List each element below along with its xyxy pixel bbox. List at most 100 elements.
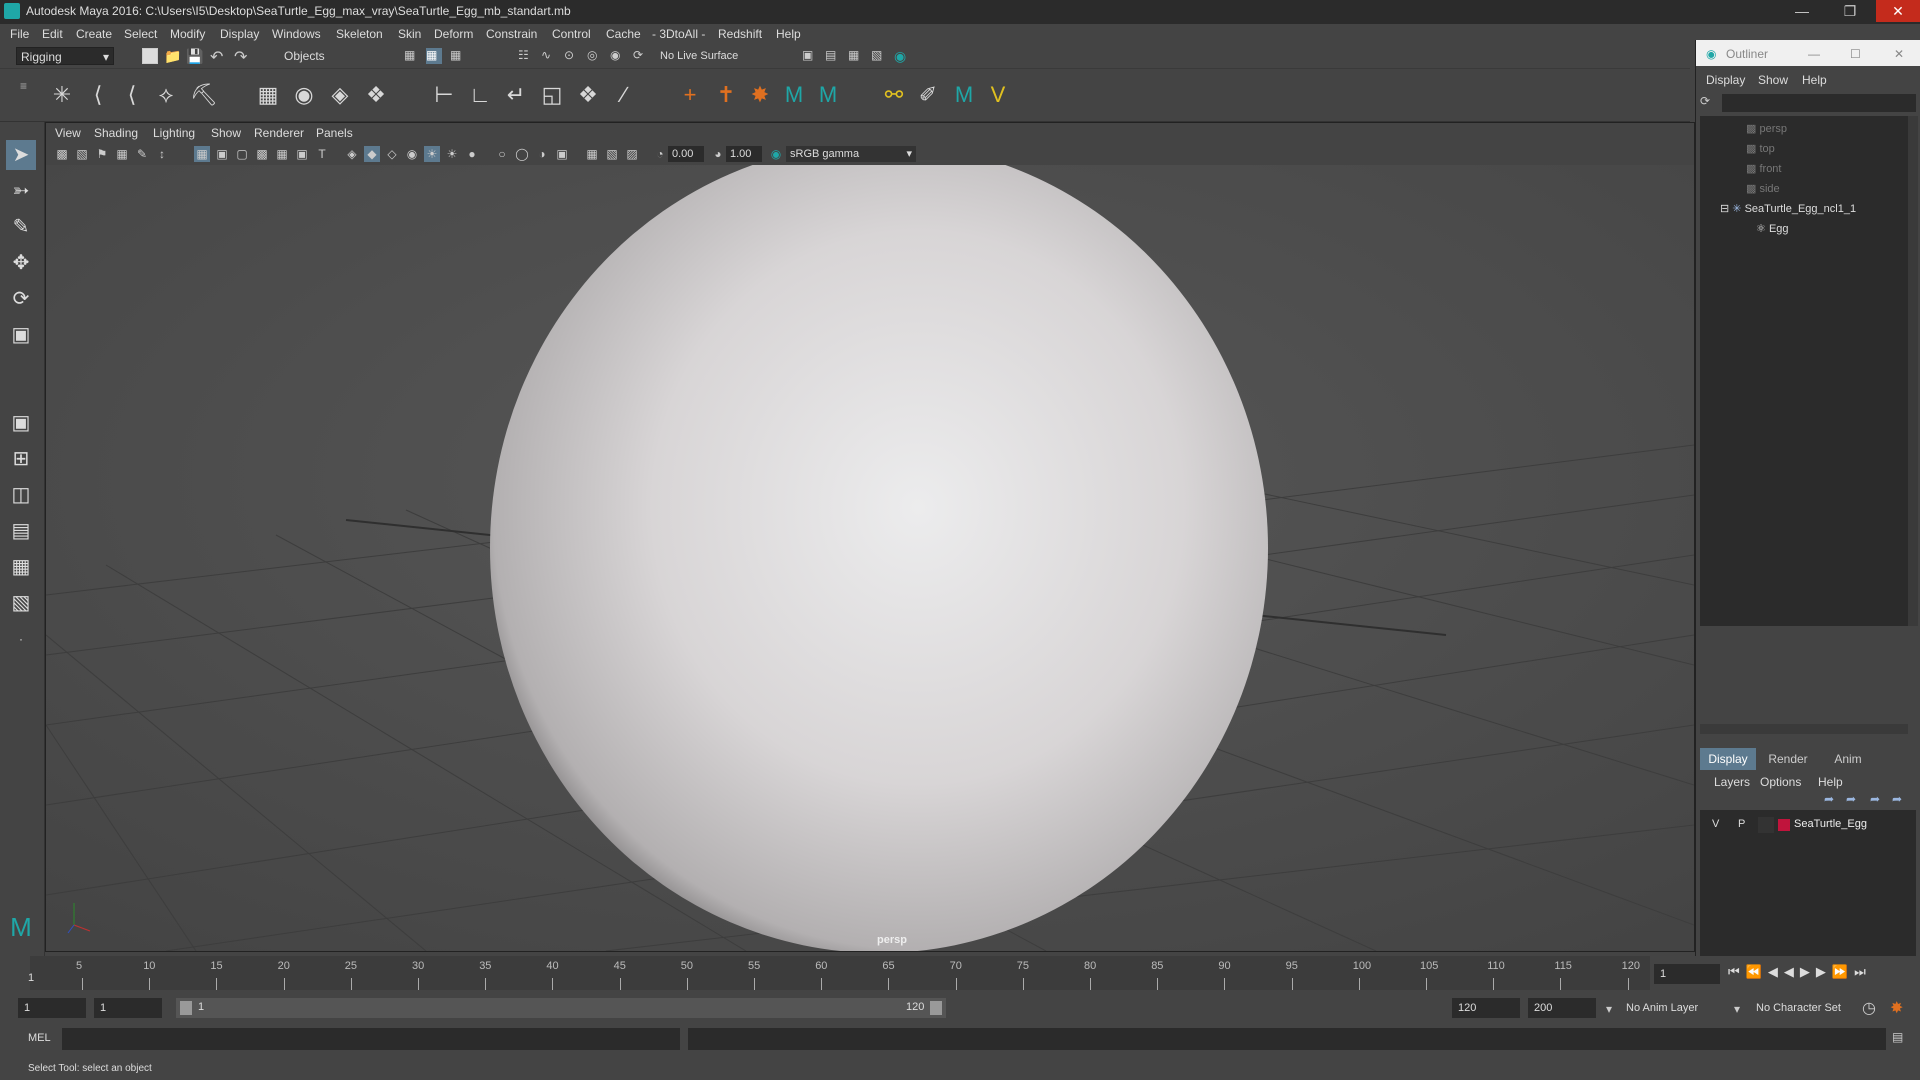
layer-visibility-toggle[interactable]: V [1712,818,1719,830]
mirror-joint-icon[interactable]: ⟡ [152,81,180,109]
script-editor-icon[interactable]: ▤ [1892,1030,1910,1048]
wireframe-on-shaded-icon[interactable]: ◇ [384,146,400,162]
live-surface-label[interactable]: No Live Surface [660,50,738,62]
go-to-start-icon[interactable]: ⏮ [1728,964,1746,979]
lasso-tool-icon[interactable]: ➳ [6,176,36,206]
camera-attributes-icon[interactable]: ▧ [74,146,90,162]
film-gate-icon[interactable]: ▣ [214,146,230,162]
safe-title-icon[interactable]: T [314,146,330,162]
layer-name[interactable]: SeaTurtle_Egg [1794,818,1867,830]
blend-shape-icon[interactable]: ✐ [914,81,942,109]
select-object-icon[interactable]: ▦ [426,48,442,64]
quick-rig-icon[interactable]: M [950,81,978,109]
menu-select[interactable]: Select [124,27,157,41]
step-back-frame-icon[interactable]: ◀ [1768,964,1784,979]
shelf-menu-icon[interactable]: ≡ [20,79,27,93]
locator-icon[interactable]: + [676,81,704,109]
range-end-handle[interactable] [930,1001,942,1015]
xray-joints-icon[interactable]: ▧ [604,146,620,162]
character-set-dropdown[interactable]: No Character Set [1756,998,1866,1018]
play-forward-icon[interactable]: ▶ [1800,964,1816,979]
command-input[interactable] [62,1028,680,1050]
extra-tool-icon[interactable]: V [984,81,1012,109]
character-set-menu-icon[interactable]: ▾ [1734,1002,1740,1016]
set-driven-key-icon[interactable]: ⚯ [880,81,908,109]
auto-key-icon[interactable]: ◷ [1862,998,1876,1018]
snap-point-icon[interactable]: ⊙ [564,48,580,64]
gamma-icon[interactable]: ◕ [710,146,726,162]
menu-create[interactable]: Create [76,27,112,41]
selection-mode-dropdown[interactable]: Objects [280,47,380,65]
smooth-shade-icon[interactable]: ◆ [364,146,380,162]
menu-edit[interactable]: Edit [42,27,63,41]
single-perspective-layout-icon[interactable]: ▣ [6,408,36,438]
menu-set-dropdown[interactable]: Rigging ▾ [16,47,114,65]
outliner-item-egg[interactable]: ⚛ Egg [1756,222,1789,235]
two-d-pan-icon[interactable]: ↕ [154,146,170,162]
outliner-search-input[interactable] [1722,94,1916,112]
select-hierarchy-icon[interactable]: ▦ [404,48,420,64]
hypershade-icon[interactable]: ◉ [894,48,910,64]
select-component-icon[interactable]: ▦ [450,48,466,64]
tab-display[interactable]: Display [1700,748,1756,770]
safe-action-icon[interactable]: ▣ [294,146,310,162]
smooth-bind-icon[interactable]: ∟ [466,81,494,109]
menu-file[interactable]: File [10,27,29,41]
vp-menu-show[interactable]: Show [211,126,241,140]
start-time-field[interactable]: 1 [18,998,86,1018]
snap-view-icon[interactable]: ◎ [587,48,603,64]
grid-toggle-icon[interactable]: ▦ [194,146,210,162]
depth-of-field-icon[interactable]: ◑ [534,146,550,162]
paint-weights-icon[interactable]: ↵ [502,81,530,109]
close-button[interactable]: ✕ [1876,0,1920,22]
menu-display[interactable]: Display [220,27,259,41]
step-forward-key-icon[interactable]: ⏩ [1832,964,1854,979]
gate-mask-icon[interactable]: ▩ [254,146,270,162]
hik-character-icon[interactable]: M [814,81,842,109]
time-ruler[interactable]: 1 5 10 15 20 25 30 35 40 45 50 55 60 65 70 75 80 85 90 95 1… [28,956,1650,990]
joint-tool-icon[interactable]: ✳ [48,81,76,109]
render-settings-icon[interactable]: ▣ [802,48,818,64]
viewport-canvas[interactable]: persp [46,143,1694,951]
new-scene-icon[interactable] [142,48,158,64]
menu-deform[interactable]: Deform [434,27,473,41]
outliner-layout-icon[interactable]: ▤ [6,516,36,546]
hik-icon[interactable]: M [780,81,808,109]
wrap-deformer-icon[interactable]: ◈ [326,81,354,109]
outliner-filter-icon[interactable]: ⟳ [1700,94,1716,110]
tab-anim[interactable]: Anim [1820,748,1876,770]
animation-preferences-icon[interactable]: ✸ [1890,998,1903,1018]
lattice-icon[interactable]: ▦ [254,81,282,109]
layer-menu-help[interactable]: Help [1818,775,1843,789]
menu-skeleton[interactable]: Skeleton [336,27,383,41]
skeleton-tool-icon[interactable]: ⛏ [190,81,218,109]
outliner-horizontal-scrollbar[interactable] [1700,724,1908,734]
bind-skin-icon[interactable]: ⊢ [430,81,458,109]
tab-render[interactable]: Render [1760,748,1816,770]
snap-curve-icon[interactable]: ∿ [541,48,557,64]
step-forward-frame-icon[interactable]: ▶ [1816,964,1832,979]
vp-menu-panels[interactable]: Panels [316,126,353,140]
menu-cache[interactable]: Cache [606,27,641,41]
exposure-field[interactable]: 0.00 [668,146,704,162]
menu-windows[interactable]: Windows [272,27,321,41]
scale-tool-icon[interactable]: ▣ [6,320,36,350]
go-to-end-icon[interactable]: ⏭ [1854,964,1872,979]
range-start-handle[interactable] [180,1001,192,1015]
current-frame-field[interactable]: 1 [1654,964,1720,984]
menu-help[interactable]: Help [776,27,801,41]
select-tool-icon[interactable]: ➤ [6,140,36,170]
grease-pencil-icon[interactable]: ✎ [134,146,150,162]
undo-icon[interactable]: ↶ [210,47,226,66]
playback-start-field[interactable]: 1 [94,998,162,1018]
isolate-select-icon[interactable]: ▣ [554,146,570,162]
ipr-render-icon[interactable]: ▦ [848,48,864,64]
outliner-close-button[interactable]: ✕ [1894,47,1904,61]
menu-3dtoall[interactable]: - 3DtoAll - [652,27,705,41]
ambient-occlusion-icon[interactable]: ● [464,146,480,162]
menu-redshift[interactable]: Redshift [718,27,762,41]
outliner-item-front[interactable]: ▩ front [1746,162,1781,175]
hypershade-layout-icon[interactable]: ▧ [6,588,36,618]
outliner-item-persp[interactable]: ▩ persp [1746,122,1787,135]
layer-playback-toggle[interactable]: P [1738,818,1745,830]
